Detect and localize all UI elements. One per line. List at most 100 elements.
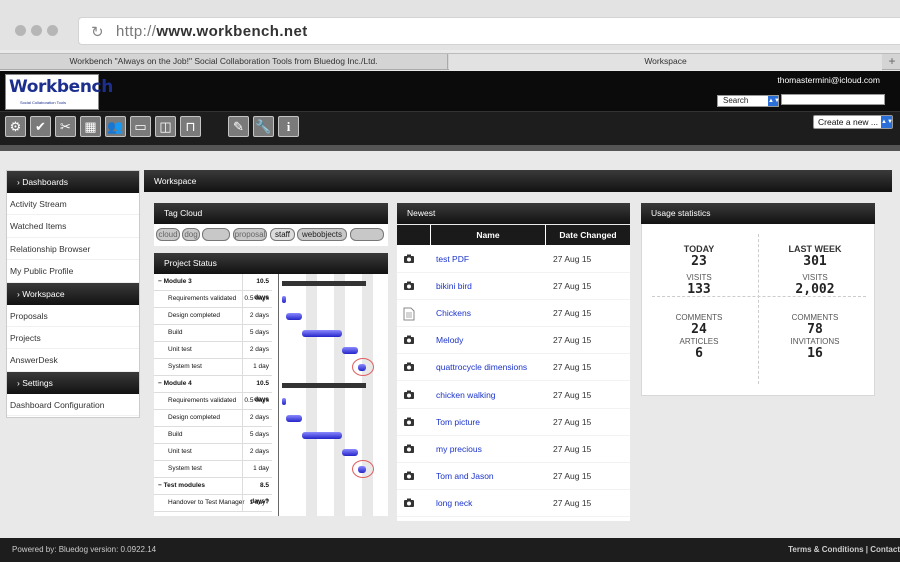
gantt-task-bar bbox=[302, 330, 342, 337]
item-name-link[interactable]: Tom and Jason bbox=[436, 471, 494, 481]
tag-proposal[interactable]: proposal bbox=[233, 228, 267, 241]
list-item[interactable]: Melody 27 Aug 15 bbox=[397, 327, 630, 355]
sidebar-head-workspace[interactable]: › Workspace bbox=[7, 282, 139, 305]
check-icon[interactable]: ✔ bbox=[30, 116, 51, 137]
workbench-logo[interactable]: Workbench Social Collaboration Tools bbox=[5, 74, 113, 110]
sidebar-item-watched-items[interactable]: Watched Items bbox=[7, 215, 139, 238]
task-name: System test bbox=[168, 465, 202, 472]
tag-staff[interactable]: staff bbox=[270, 228, 295, 241]
item-name-link[interactable]: bikini bird bbox=[436, 281, 472, 291]
item-name-link[interactable]: Chickens bbox=[436, 308, 471, 318]
list-item[interactable]: Tom picture 27 Aug 15 bbox=[397, 409, 630, 436]
address-bar[interactable]: ↻ http://www.workbench.net bbox=[78, 17, 900, 45]
sidebar-head-dashboards[interactable]: › Dashboards bbox=[7, 171, 139, 193]
tools-icon[interactable]: ✂ bbox=[55, 116, 76, 137]
list-item[interactable]: my precious 27 Aug 15 bbox=[397, 436, 630, 463]
visits-today-value: 133 bbox=[687, 282, 711, 297]
tag-dog[interactable]: dog bbox=[182, 228, 200, 241]
footer-links[interactable]: Terms & Conditions | Contact bbox=[788, 538, 900, 562]
wrench-icon[interactable]: 🔧 bbox=[253, 116, 274, 137]
close-window-icon[interactable] bbox=[15, 25, 26, 36]
item-name-link[interactable]: my precious bbox=[436, 444, 482, 454]
search-input[interactable] bbox=[781, 94, 885, 105]
last-week-value: 301 bbox=[803, 254, 827, 269]
camera-icon bbox=[403, 253, 415, 265]
highlight-circle bbox=[352, 358, 374, 376]
icon-column-header bbox=[397, 225, 430, 245]
sidebar-item-proposals[interactable]: Proposals bbox=[7, 305, 139, 327]
gantt-chart: − Module 3 10.5 days Requirements validate… bbox=[154, 274, 388, 516]
create-new-label: Create a new ... bbox=[818, 117, 879, 127]
list-item[interactable]: quattrocycle dimensions 27 Aug 15 bbox=[397, 354, 630, 382]
task-duration: 1 day bbox=[242, 359, 271, 375]
project-status-title: Project Status bbox=[154, 253, 388, 274]
list-item[interactable]: long neck 27 Aug 15 bbox=[397, 490, 630, 517]
app-header: Workbench Social Collaboration Tools tho… bbox=[0, 71, 900, 111]
tag-blank-6[interactable] bbox=[350, 228, 384, 241]
sidebar-head-settings[interactable]: › Settings bbox=[7, 371, 139, 394]
gantt-row: System test 1 day bbox=[154, 359, 272, 376]
gantt-row: − Module 3 10.5 days bbox=[154, 274, 272, 306]
gantt-row: Unit test 2 days bbox=[154, 444, 272, 461]
sidebar-item-activity-stream[interactable]: Activity Stream bbox=[7, 193, 139, 216]
sidebar-item-dashboard-configuration[interactable]: Dashboard Configuration bbox=[7, 394, 139, 417]
tag-blank-2[interactable] bbox=[202, 228, 230, 241]
item-name-link[interactable]: long neck bbox=[436, 498, 472, 508]
create-new-select[interactable]: Create a new ... ▲▼ bbox=[813, 115, 893, 129]
task-name: Design completed bbox=[168, 414, 221, 421]
articles-label: ARTICLES bbox=[679, 337, 719, 346]
minimize-window-icon[interactable] bbox=[31, 25, 42, 36]
item-name-link[interactable]: Melody bbox=[436, 335, 463, 345]
search-scope-select[interactable]: Search ▲▼ bbox=[717, 95, 780, 107]
document-icon[interactable]: ▭ bbox=[130, 116, 151, 137]
tag-cloud[interactable]: cloud bbox=[156, 228, 180, 241]
list-item[interactable]: Tom and Jason 27 Aug 15 bbox=[397, 463, 630, 490]
sidebar-item-projects[interactable]: Projects bbox=[7, 327, 139, 350]
page-title: Workspace bbox=[144, 170, 892, 192]
tab-workbench[interactable]: Workbench "Always on the Job!" Social Co… bbox=[0, 54, 448, 70]
item-name-link[interactable]: quattrocycle dimensions bbox=[436, 362, 527, 372]
zoom-window-icon[interactable] bbox=[47, 25, 58, 36]
info-icon[interactable]: i bbox=[278, 116, 299, 137]
gantt-timeline bbox=[278, 274, 279, 516]
people-icon[interactable]: 👥 bbox=[105, 116, 126, 137]
item-date: 27 Aug 15 bbox=[553, 281, 592, 292]
list-item[interactable]: test PDF 27 Aug 15 bbox=[397, 246, 630, 274]
gantt-row: Design completed 2 days bbox=[154, 410, 272, 427]
task-name: Build bbox=[168, 329, 183, 336]
tag-webobjects[interactable]: webobjects bbox=[297, 228, 347, 241]
reload-icon[interactable]: ↻ bbox=[91, 23, 104, 41]
comments-week-value: 78 bbox=[807, 322, 823, 337]
sidebar-item-relationship-browser[interactable]: Relationship Browser bbox=[7, 238, 139, 261]
camera-icon bbox=[403, 280, 415, 292]
gantt-row: Requirements validated 0.5 days bbox=[154, 393, 272, 410]
tab-workspace[interactable]: Workspace bbox=[449, 54, 882, 70]
task-duration: 2 days bbox=[242, 444, 271, 460]
item-date: 27 Aug 15 bbox=[553, 254, 592, 264]
gantt-row: − Module 4 10.5 days bbox=[154, 376, 272, 408]
task-name: System test bbox=[168, 363, 202, 370]
task-name: Unit test bbox=[168, 346, 192, 353]
pencil-icon[interactable]: ✎ bbox=[228, 116, 249, 137]
sidebar-item-answerdesk[interactable]: AnswerDesk bbox=[7, 349, 139, 372]
list-item[interactable]: Chickens 27 Aug 15 bbox=[397, 300, 630, 328]
name-column-header[interactable]: Name bbox=[431, 225, 545, 245]
calendar-icon[interactable]: ▦ bbox=[80, 116, 101, 137]
date-column-header[interactable]: Date Changed bbox=[546, 225, 630, 245]
list-item[interactable]: bikini bird 27 Aug 15 bbox=[397, 273, 630, 301]
item-name-link[interactable]: chicken walking bbox=[436, 390, 496, 400]
gantt-task-bar bbox=[342, 449, 358, 456]
task-duration: 2 days bbox=[242, 410, 271, 426]
new-tab-icon[interactable]: + bbox=[884, 54, 900, 70]
sidebar-item-my-public-profile[interactable]: My Public Profile bbox=[7, 260, 139, 283]
layout-icon[interactable]: ◫ bbox=[155, 116, 176, 137]
settings-icon[interactable]: ⚙ bbox=[5, 116, 26, 137]
item-name-link[interactable]: test PDF bbox=[436, 254, 469, 264]
workflow-icon[interactable]: ⊓ bbox=[180, 116, 201, 137]
task-duration: 5 days bbox=[242, 325, 271, 341]
task-name: − Module 3 bbox=[158, 278, 192, 285]
item-date: 27 Aug 15 bbox=[553, 443, 592, 454]
list-item[interactable]: chicken walking 27 Aug 15 bbox=[397, 382, 630, 409]
item-name-link[interactable]: Tom picture bbox=[436, 417, 480, 427]
user-email[interactable]: thomastermini@icloud.com bbox=[777, 75, 880, 85]
